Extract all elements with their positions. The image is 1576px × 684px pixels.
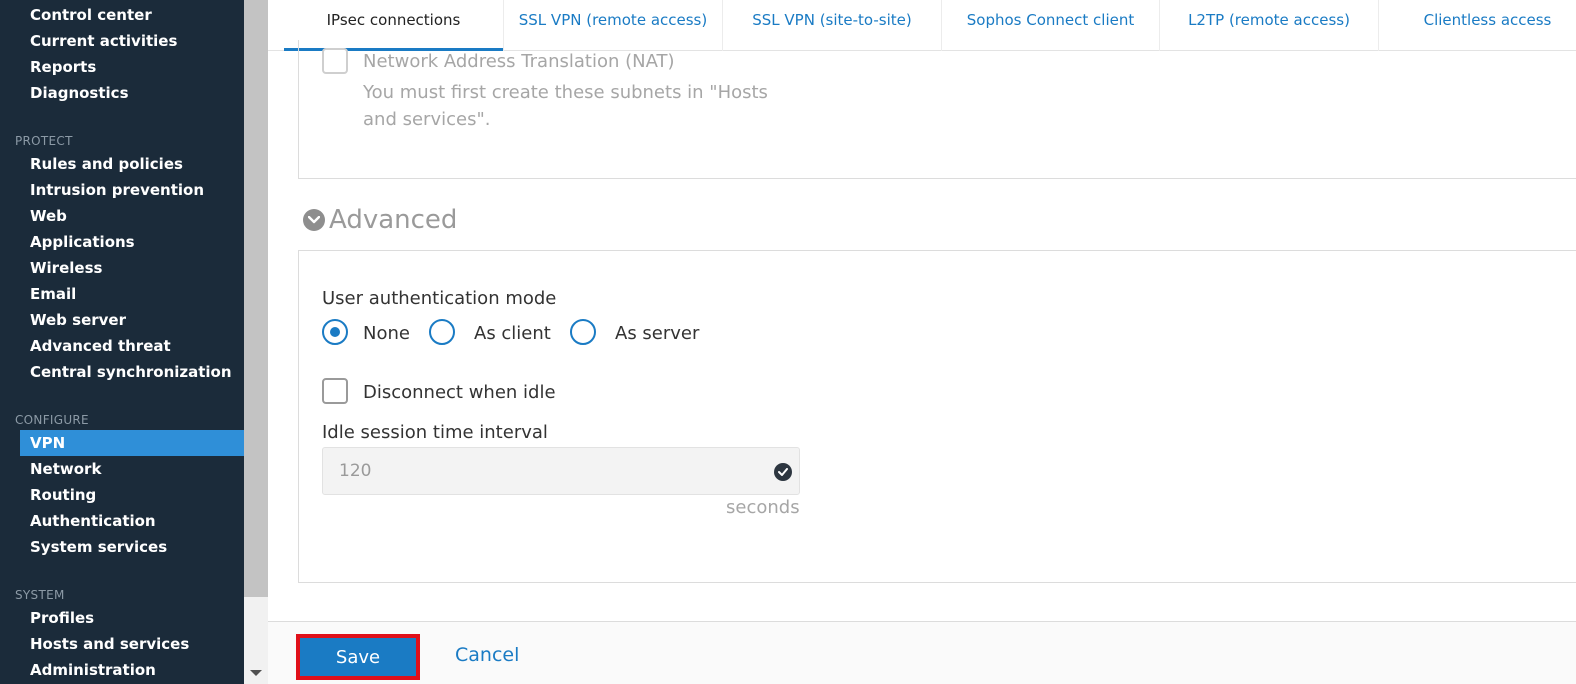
sidebar-item-web[interactable]: Web <box>20 203 244 229</box>
chevron-down-icon <box>303 209 325 231</box>
check-circle-icon <box>774 463 792 481</box>
sidebar-item-web-server[interactable]: Web server <box>20 307 244 333</box>
disconnect-idle-checkbox[interactable] <box>322 378 348 404</box>
auth-mode-none-label[interactable]: None <box>363 323 410 344</box>
disconnect-idle-label[interactable]: Disconnect when idle <box>363 382 556 403</box>
sidebar-section-system: SYSTEM <box>15 588 65 602</box>
sidebar-item-administration[interactable]: Administration <box>20 657 244 683</box>
sidebar-item-reports[interactable]: Reports <box>20 54 244 80</box>
nat-hint-line-2: and services". <box>363 109 491 130</box>
sidebar-item-network[interactable]: Network <box>20 456 244 482</box>
sidebar-item-vpn[interactable]: VPN <box>20 430 244 456</box>
idle-interval-field <box>322 447 800 495</box>
sidebar-nav: Control center Current activities Report… <box>0 0 244 684</box>
sidebar-item-intrusion-prevention[interactable]: Intrusion prevention <box>20 177 244 203</box>
sidebar-section-configure: CONFIGURE <box>15 413 89 427</box>
sidebar-item-wireless[interactable]: Wireless <box>20 255 244 281</box>
sidebar-item-profiles[interactable]: Profiles <box>20 605 244 631</box>
sidebar-item-system-services[interactable]: System services <box>20 534 244 560</box>
nat-hint-line-1: You must first create these subnets in "… <box>363 82 768 103</box>
sidebar-item-current-activities[interactable]: Current activities <box>20 28 244 54</box>
sidebar-item-advanced-threat[interactable]: Advanced threat <box>20 333 244 359</box>
sidebar-item-diagnostics[interactable]: Diagnostics <box>20 80 244 106</box>
auth-mode-label: User authentication mode <box>322 288 557 309</box>
sidebar-item-authentication[interactable]: Authentication <box>20 508 244 534</box>
nat-checkbox-label: Network Address Translation (NAT) <box>363 51 675 72</box>
auth-mode-as-client-radio[interactable] <box>429 319 455 345</box>
advanced-section-title: Advanced <box>329 205 458 235</box>
sidebar-item-applications[interactable]: Applications <box>20 229 244 255</box>
idle-interval-unit: seconds <box>726 497 800 518</box>
sidebar-item-central-synchronization[interactable]: Central synchronization <box>20 359 244 385</box>
sidebar-section-protect: PROTECT <box>15 134 73 148</box>
sidebar-item-rules-and-policies[interactable]: Rules and policies <box>20 151 244 177</box>
auth-mode-none-radio[interactable] <box>322 319 348 345</box>
scroll-down-arrow-icon[interactable] <box>250 670 262 676</box>
sidebar-item-routing[interactable]: Routing <box>20 482 244 508</box>
nat-checkbox[interactable] <box>322 48 348 74</box>
auth-mode-as-server-label[interactable]: As server <box>615 323 699 344</box>
sidebar-item-email[interactable]: Email <box>20 281 244 307</box>
sidebar-item-control-center[interactable]: Control center <box>20 2 244 28</box>
sidebar-item-hosts-and-services[interactable]: Hosts and services <box>20 631 244 657</box>
cancel-button[interactable]: Cancel <box>455 644 519 666</box>
scrollbar-thumb[interactable] <box>244 0 268 597</box>
auth-mode-as-server-radio[interactable] <box>570 319 596 345</box>
idle-interval-label: Idle session time interval <box>322 422 548 443</box>
idle-interval-input[interactable] <box>323 448 763 494</box>
advanced-section-toggle[interactable]: Advanced <box>303 204 457 236</box>
page-scrollbar[interactable] <box>244 0 268 684</box>
save-button[interactable]: Save <box>296 634 420 680</box>
auth-mode-as-client-label[interactable]: As client <box>474 323 551 344</box>
